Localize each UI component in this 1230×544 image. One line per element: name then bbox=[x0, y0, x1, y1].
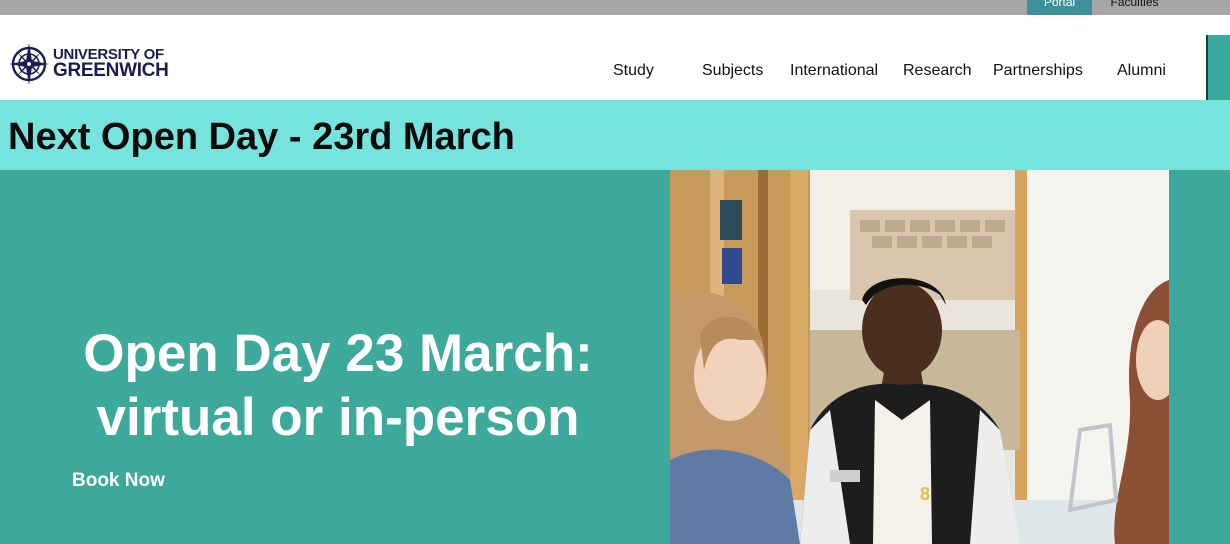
hero-headline: Open Day 23 March: virtual or in-person bbox=[48, 322, 628, 450]
compass-crest-icon bbox=[9, 43, 49, 85]
hero-headline-line-2: virtual or in-person bbox=[96, 388, 580, 447]
svg-text:8: 8 bbox=[920, 484, 930, 504]
hero-headline-line-1: Open Day 23 March: bbox=[83, 324, 593, 383]
nav-research[interactable]: Research bbox=[903, 62, 971, 80]
nav-partnerships[interactable]: Partnerships bbox=[993, 62, 1083, 80]
nav-alumni[interactable]: Alumni bbox=[1117, 62, 1166, 80]
nav-subjects[interactable]: Subjects bbox=[702, 62, 763, 80]
university-logo[interactable]: UNIVERSITY OF GREENWICH bbox=[9, 42, 169, 90]
hero-photo: 8 bbox=[670, 170, 1169, 544]
nav-study[interactable]: Study bbox=[613, 62, 654, 80]
hero-section: Open Day 23 March: virtual or in-person … bbox=[0, 170, 1230, 544]
logo-wordmark: UNIVERSITY OF GREENWICH bbox=[53, 47, 169, 81]
site-header: UNIVERSITY OF GREENWICH Study Subjects I… bbox=[0, 15, 1230, 113]
logo-line-2: GREENWICH bbox=[53, 60, 169, 81]
banner-heading: Next Open Day - 23rd March bbox=[8, 116, 515, 158]
nav-international[interactable]: International bbox=[790, 62, 878, 80]
students-photo-illustration: 8 bbox=[670, 170, 1169, 544]
open-day-banner[interactable]: Next Open Day - 23rd March bbox=[0, 100, 1230, 170]
portal-link[interactable]: Portal bbox=[1027, 0, 1092, 15]
faculties-link[interactable]: Faculties bbox=[1092, 0, 1177, 15]
utility-bar: Portal Faculties bbox=[0, 0, 1230, 15]
book-now-link[interactable]: Book Now bbox=[72, 470, 165, 492]
